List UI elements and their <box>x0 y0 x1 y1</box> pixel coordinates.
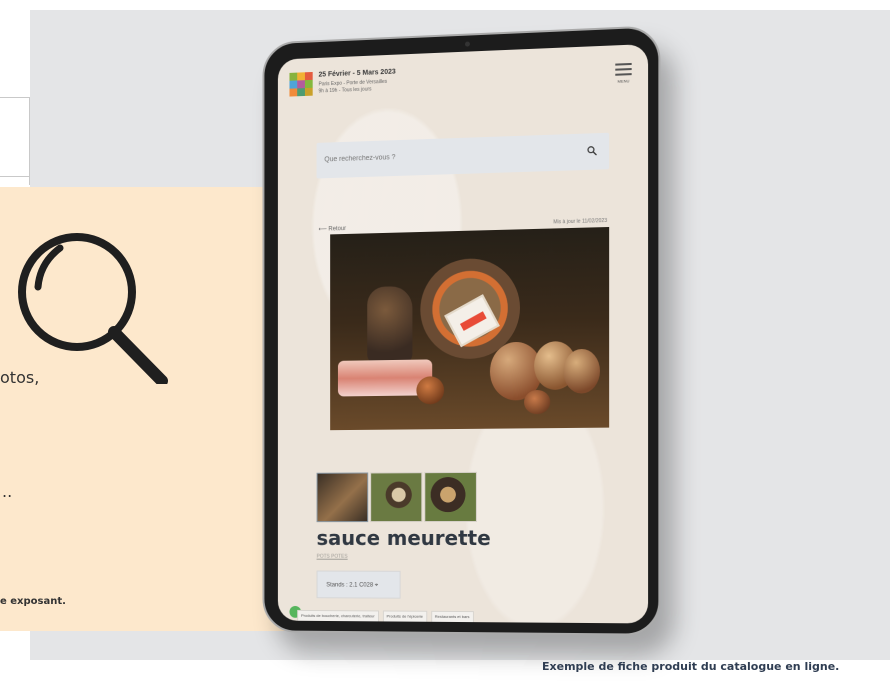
stands-badge: Stands : 2.1 C028 ⌖ <box>316 570 401 599</box>
panel-text-photos: otos, <box>0 368 40 387</box>
tablet-device: 25 Février - 5 Mars 2023 Paris Expo - Po… <box>262 25 661 636</box>
thumbnail-1[interactable] <box>316 472 369 523</box>
photo-thumbnails <box>316 471 477 523</box>
tag-butchery[interactable]: Produits de boucherie, charcuterie, trai… <box>297 609 379 623</box>
tag-grocery[interactable]: Produits de l'épicerie <box>382 610 427 623</box>
tablet-mockup: 25 Février - 5 Mars 2023 Paris Expo - Po… <box>258 25 668 644</box>
location-pin-icon: ⌖ <box>374 582 379 589</box>
menu-label: MENU <box>617 78 630 84</box>
arrow-left-icon: ⟵ <box>318 226 329 233</box>
caption: Exemple de fiche produit du catalogue en… <box>542 660 840 673</box>
onion-image <box>524 389 551 415</box>
product-category-link[interactable]: POTS POTES <box>317 554 348 560</box>
menu-button[interactable]: MENU <box>615 62 632 84</box>
event-logo[interactable] <box>289 71 313 97</box>
back-link[interactable]: ⟵ Retour <box>319 225 347 233</box>
left-divider-lines <box>0 97 30 185</box>
panel-text-ellipsis: .. <box>2 482 13 501</box>
product-title: sauce meurette <box>316 525 491 551</box>
screenshot-canvas: otos, .. e exposant. 25 Février - 5 Mars… <box>0 0 890 686</box>
camera-icon <box>464 41 470 47</box>
tag-restaurants[interactable]: Restaurants et bars <box>430 610 474 624</box>
panel-text-exhibitor: e exposant. <box>0 596 66 607</box>
egg-image <box>563 348 600 394</box>
search-icon[interactable] <box>587 145 597 155</box>
info-panel: otos, .. e exposant. <box>0 187 290 631</box>
catalogue-screen: 25 Février - 5 Mars 2023 Paris Expo - Po… <box>277 43 649 624</box>
stands-label: Stands : 2.1 C028 <box>326 582 374 589</box>
product-photo[interactable] <box>330 226 610 431</box>
onion-image <box>416 376 445 405</box>
search-input[interactable] <box>324 144 573 167</box>
bread-image <box>367 285 413 365</box>
thumbnail-3[interactable] <box>424 471 477 523</box>
back-label: Retour <box>328 226 347 233</box>
product-tags: Produits de boucherie, charcuterie, trai… <box>297 609 631 624</box>
thumbnail-2[interactable] <box>370 472 423 523</box>
magnifier-icon <box>18 233 168 384</box>
hamburger-icon <box>615 62 632 76</box>
